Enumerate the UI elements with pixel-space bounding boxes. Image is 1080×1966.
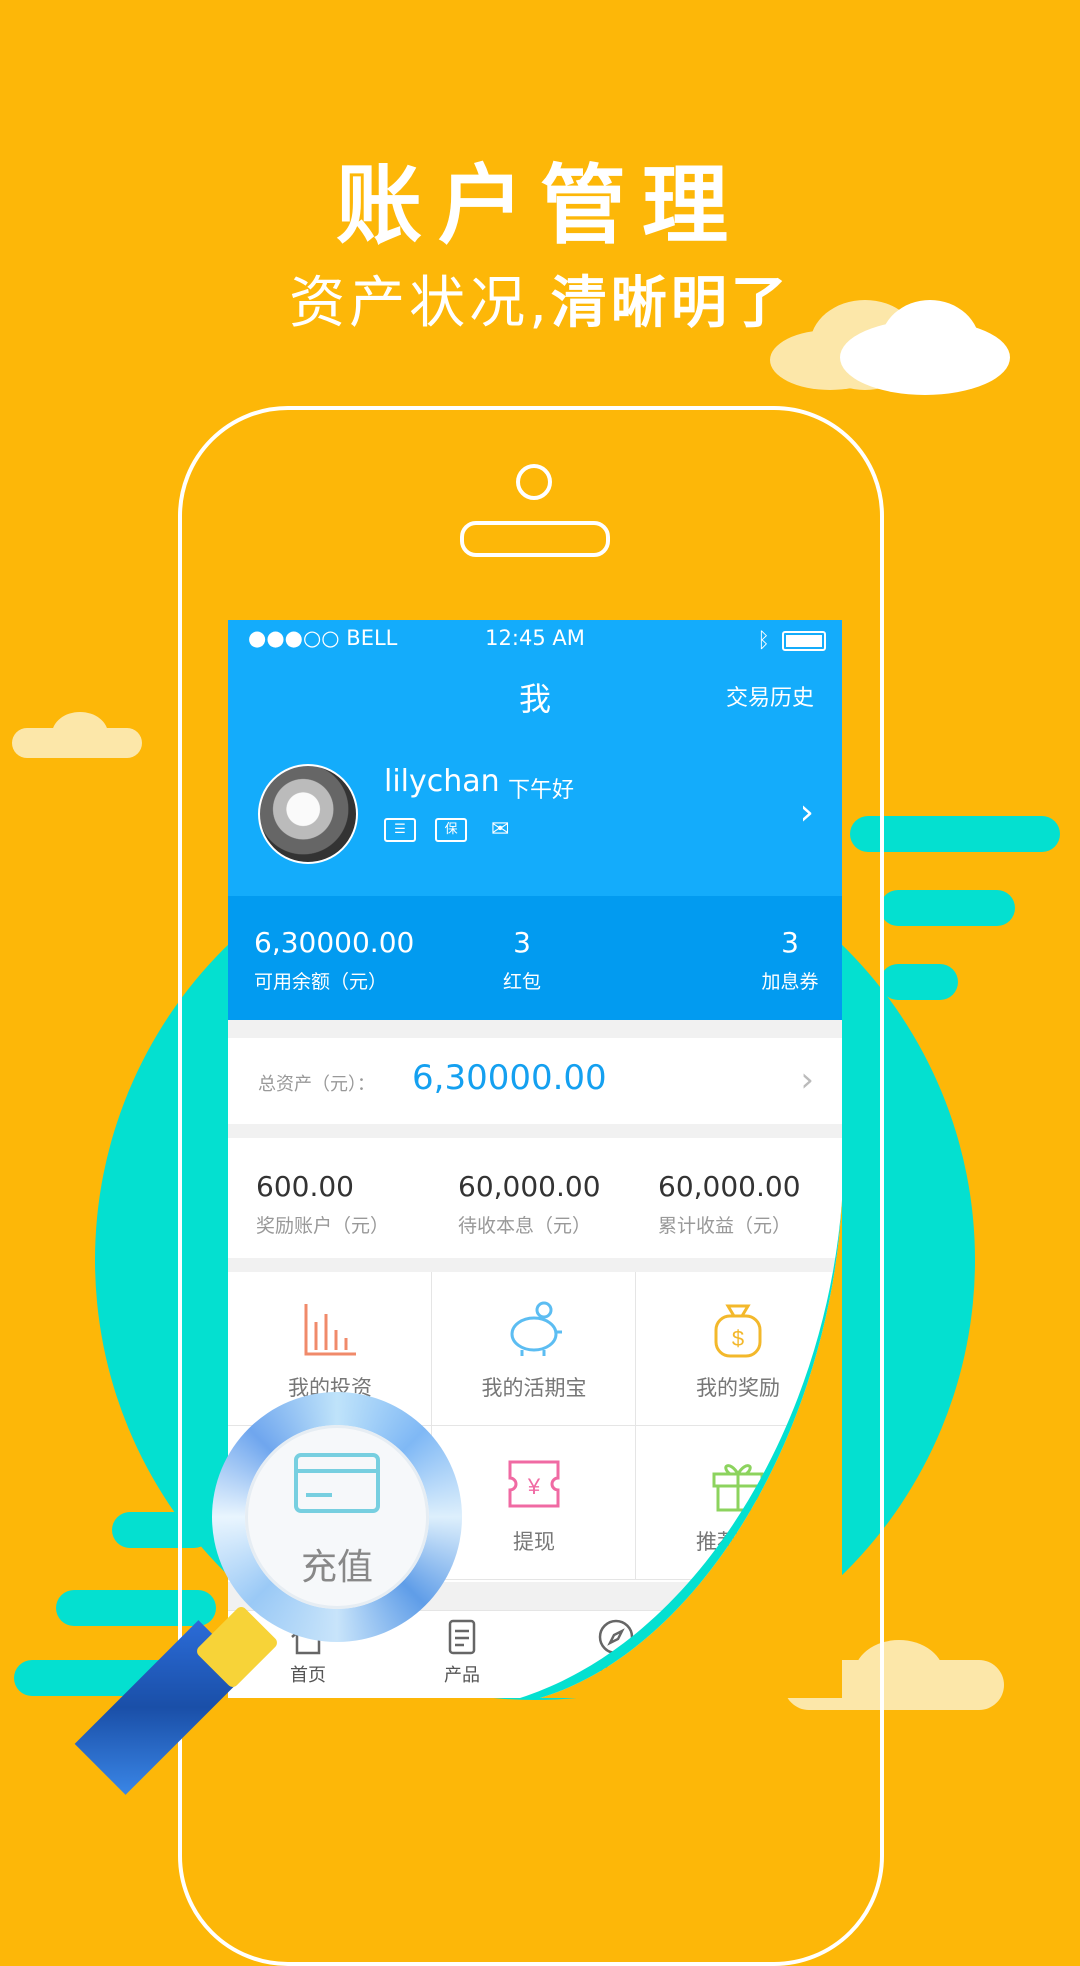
- verification-badges: ☰ 保 ✉: [384, 818, 528, 842]
- cumulative-earnings: 60,000.00 累计收益（元）: [658, 1170, 801, 1237]
- promo-headline: 账户管理: [336, 156, 744, 256]
- phone-speaker: [460, 521, 610, 557]
- phone-camera: [516, 464, 552, 500]
- pending-principal-interest: 60,000.00 待收本息（元）: [458, 1170, 601, 1237]
- my-current-savings-button[interactable]: 我的活期宝: [432, 1272, 636, 1426]
- my-rewards-button[interactable]: $ 我的奖励: [636, 1272, 842, 1426]
- balance-summary: 6,30000.00 可用余额（元） 3 红包 3 加息券: [228, 896, 842, 1020]
- interest-coupons[interactable]: 3 加息券: [758, 926, 822, 994]
- document-icon: [448, 1619, 476, 1655]
- profile-card[interactable]: lilychan 下午好 ☰ 保 ✉ ›: [228, 736, 842, 896]
- piggy-bank-icon: [510, 1301, 562, 1356]
- cloud: [12, 712, 142, 758]
- reward-account: 600.00 奖励账户（元）: [256, 1170, 390, 1237]
- magnifier-label: 充值: [300, 1547, 373, 1588]
- bar-chart-icon: [304, 1304, 356, 1356]
- app-header: 我 交易历史: [228, 654, 842, 736]
- tab-products[interactable]: 产品: [402, 1617, 522, 1687]
- gift-icon: [712, 1464, 764, 1512]
- card-icon: [294, 1453, 380, 1513]
- total-assets-value: 6,30000.00: [412, 1058, 607, 1098]
- greeting: 下午好: [508, 778, 575, 803]
- tab-discover[interactable]: 发现: [556, 1617, 676, 1687]
- status-bar: ●●●○○ BELL 12:45 AM ᛒ: [228, 620, 842, 654]
- divider: [228, 1258, 842, 1272]
- earnings-stats: 600.00 奖励账户（元） 60,000.00 待收本息（元） 60,000.00…: [228, 1138, 842, 1258]
- email-icon: ✉: [490, 817, 510, 842]
- teal-streak: [880, 964, 958, 1000]
- referral-rewards-button[interactable]: 推荐有奖: [636, 1426, 842, 1580]
- teal-streak: [880, 890, 1015, 926]
- money-bag-icon: $: [714, 1304, 762, 1358]
- withdraw-button[interactable]: ¥ 提现: [432, 1426, 636, 1580]
- available-balance[interactable]: 6,30000.00 可用余额（元）: [254, 926, 414, 994]
- divider: [228, 1020, 842, 1038]
- withdraw-ticket-icon: ¥: [508, 1460, 560, 1508]
- divider: [228, 1124, 842, 1138]
- avatar[interactable]: [258, 764, 358, 864]
- compass-icon: [598, 1619, 634, 1655]
- id-verified-icon: ☰: [384, 818, 416, 842]
- battery-icon: ᛒ: [757, 628, 826, 652]
- total-assets-row[interactable]: 总资产（元）： 6,30000.00 ›: [228, 1038, 842, 1124]
- transaction-history-link[interactable]: 交易历史: [726, 680, 814, 712]
- svg-text:¥: ¥: [527, 1474, 541, 1499]
- username: lilychan: [384, 764, 500, 799]
- promo-subtitle: 资产状况,清晰明了: [289, 271, 791, 336]
- insurance-icon: 保: [435, 818, 468, 842]
- chevron-right-icon[interactable]: ›: [800, 792, 814, 833]
- red-packets[interactable]: 3 红包: [490, 926, 554, 994]
- status-time: 12:45 AM: [485, 626, 585, 650]
- svg-text:$: $: [732, 1326, 744, 1351]
- chevron-right-icon: ›: [800, 1060, 814, 1100]
